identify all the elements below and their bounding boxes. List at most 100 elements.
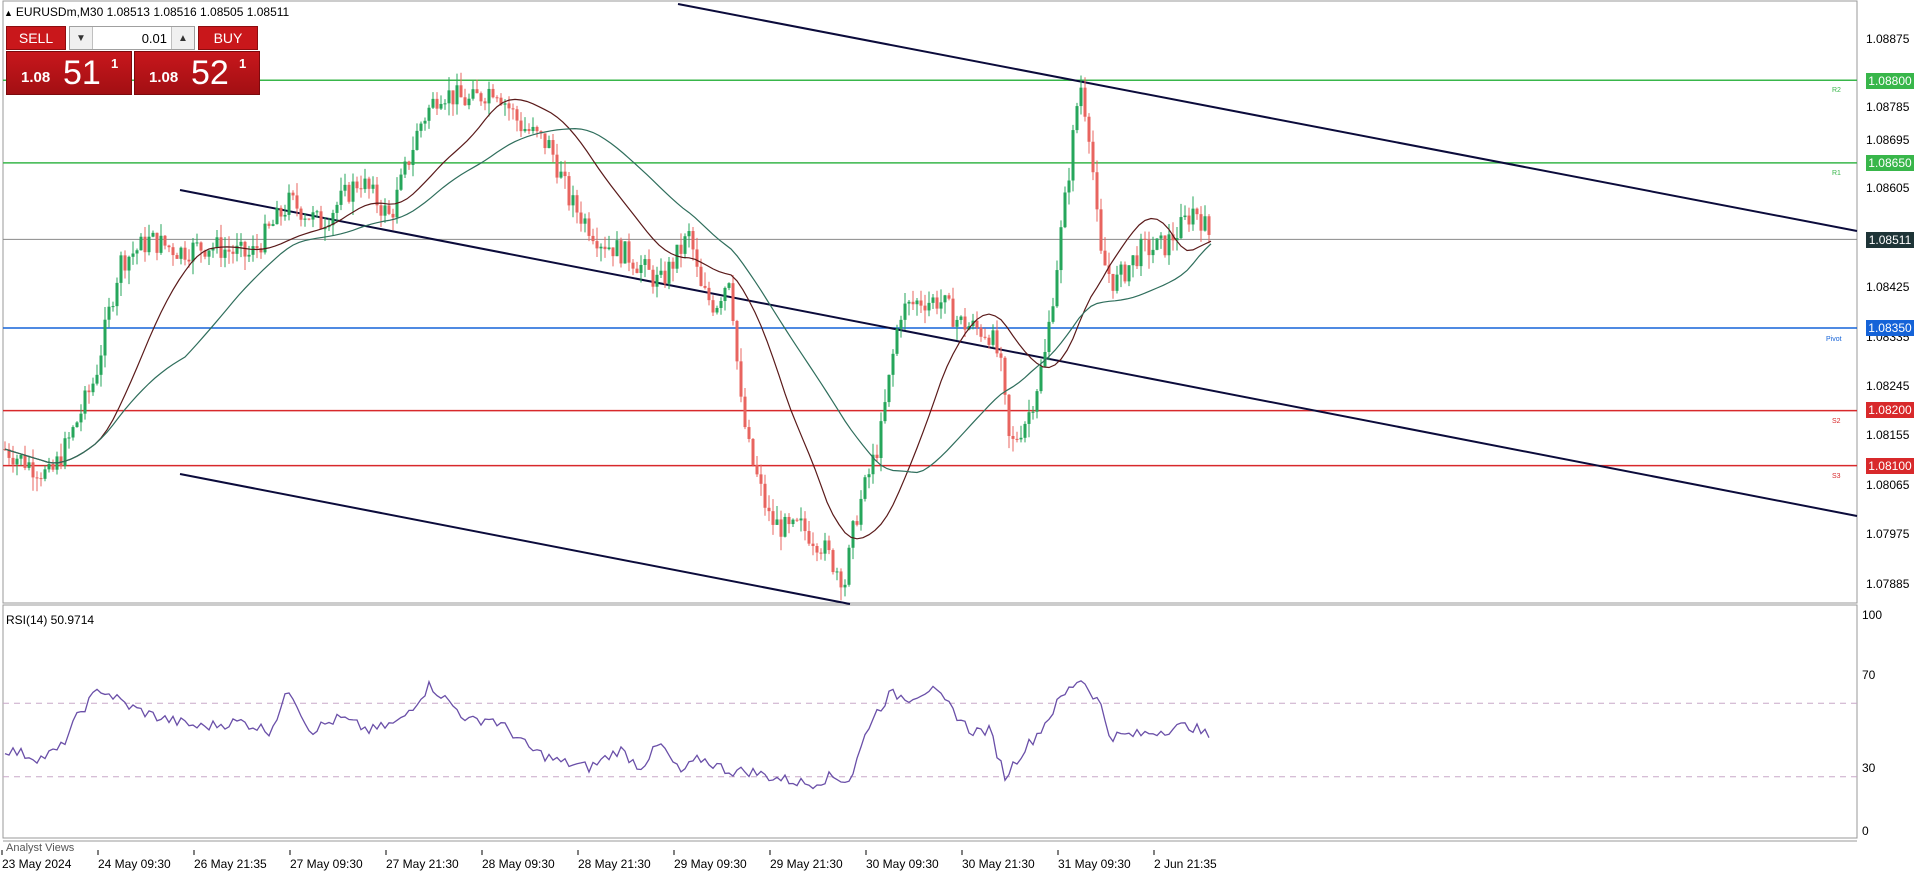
candle-body xyxy=(87,390,91,393)
candle-body xyxy=(875,454,879,458)
candle-body xyxy=(51,464,55,470)
candle-body xyxy=(1071,130,1075,181)
candle-body xyxy=(1187,215,1191,225)
time-tick: 2 Jun 21:35 xyxy=(1154,857,1217,871)
candle-body xyxy=(215,237,219,248)
candle-body xyxy=(807,531,811,544)
candle-body xyxy=(411,149,415,165)
candle-body xyxy=(575,195,579,213)
candle-body xyxy=(311,212,315,220)
s3-price-box: 1.08100 xyxy=(1866,458,1914,474)
lot-size-value[interactable]: 0.01 xyxy=(93,31,171,46)
candle-body xyxy=(179,247,183,259)
candle-body xyxy=(223,249,227,258)
candle-body xyxy=(879,421,883,458)
candle-body xyxy=(903,303,907,320)
candle-body xyxy=(475,89,479,94)
rsi-tick: 100 xyxy=(1862,608,1883,622)
candle-body xyxy=(119,255,123,283)
price-tick: 1.07885 xyxy=(1866,577,1910,591)
candle-body xyxy=(975,320,979,328)
candle-body xyxy=(275,207,279,225)
candle-body xyxy=(695,249,699,267)
candle-body xyxy=(719,301,723,308)
candle-body xyxy=(999,353,1003,358)
candle-body xyxy=(1131,255,1135,266)
candle-body xyxy=(1179,217,1183,239)
candle-body xyxy=(1063,192,1067,228)
candle-body xyxy=(1139,238,1143,267)
candle-body xyxy=(791,519,795,525)
candle-body xyxy=(951,298,955,327)
candle-body xyxy=(287,192,291,215)
candle-body xyxy=(1167,234,1171,256)
candle-body xyxy=(995,330,999,354)
candle-body xyxy=(1091,141,1095,173)
candle-body xyxy=(547,140,551,149)
sell-price-button[interactable]: 1.08 51 1 xyxy=(6,51,132,95)
time-tick: 26 May 21:35 xyxy=(194,857,267,871)
chevron-up-icon[interactable]: ▲ xyxy=(171,27,194,49)
candle-body xyxy=(691,231,695,250)
chart-canvas[interactable] xyxy=(0,0,1916,874)
chevron-down-icon[interactable]: ▼ xyxy=(70,27,93,49)
candle-body xyxy=(707,287,711,301)
buy-button[interactable]: BUY xyxy=(198,26,258,50)
candle-body xyxy=(635,268,639,273)
candle-body xyxy=(283,214,287,217)
collapse-triangle-icon[interactable]: ▲ xyxy=(4,3,13,23)
analyst-views-tab[interactable]: Analyst Views xyxy=(6,842,74,854)
candle-body xyxy=(127,256,131,271)
candle-body xyxy=(551,140,555,155)
candle-body xyxy=(339,190,343,205)
candle-body xyxy=(1103,250,1107,266)
candle-body xyxy=(1199,214,1203,231)
rsi-tick: 70 xyxy=(1862,668,1876,682)
time-tick: 28 May 09:30 xyxy=(482,857,555,871)
symbol-ohlc-text: EURUSDm,M30 1.08513 1.08516 1.08505 1.08… xyxy=(15,5,290,19)
candle-body xyxy=(239,241,243,246)
candle-body xyxy=(727,283,731,288)
candle-body xyxy=(659,270,663,275)
buy-price-button[interactable]: 1.08 52 1 xyxy=(134,51,260,95)
candle-body xyxy=(19,455,23,459)
candle-body xyxy=(703,285,707,288)
pivot-tag: Pivot xyxy=(1826,336,1842,343)
candle-body xyxy=(775,519,779,525)
candle-body xyxy=(947,295,951,299)
candle-body xyxy=(495,97,499,99)
sell-price-pips: 51 xyxy=(63,54,101,92)
candle-body xyxy=(731,283,735,321)
candle-body xyxy=(79,413,83,423)
time-tick: 28 May 21:30 xyxy=(578,857,651,871)
candle-body xyxy=(195,242,199,244)
candle-body xyxy=(847,547,851,585)
s2-price-box: 1.08200 xyxy=(1866,402,1914,418)
candle-body xyxy=(883,402,887,422)
candle-body xyxy=(571,195,575,206)
sell-button[interactable]: SELL xyxy=(6,26,66,50)
candle-body xyxy=(371,184,375,189)
s3-tag: S3 xyxy=(1832,473,1841,480)
candle-body xyxy=(207,250,211,257)
lot-size-stepper[interactable]: ▼ 0.01 ▲ xyxy=(69,26,195,50)
candle-body xyxy=(631,262,635,269)
candle-body xyxy=(363,178,367,190)
candle-body xyxy=(99,355,103,375)
rsi-indicator-label: RSI(14) 50.9714 xyxy=(6,613,95,627)
candle-body xyxy=(1035,391,1039,412)
rsi-pane-frame xyxy=(2,604,1858,839)
candle-body xyxy=(1151,249,1155,256)
candle-body xyxy=(843,584,847,588)
candle-body xyxy=(579,212,583,224)
candle-body xyxy=(131,253,135,257)
candle-body xyxy=(1075,106,1079,131)
buy-price-pips: 52 xyxy=(191,54,229,92)
time-tick: 30 May 21:30 xyxy=(962,857,1035,871)
price-tick: 1.08605 xyxy=(1866,181,1910,195)
candle-body xyxy=(855,521,859,525)
candle-body xyxy=(279,207,283,217)
candle-body xyxy=(827,540,831,551)
candle-body xyxy=(1119,264,1123,275)
candle-body xyxy=(567,176,571,206)
